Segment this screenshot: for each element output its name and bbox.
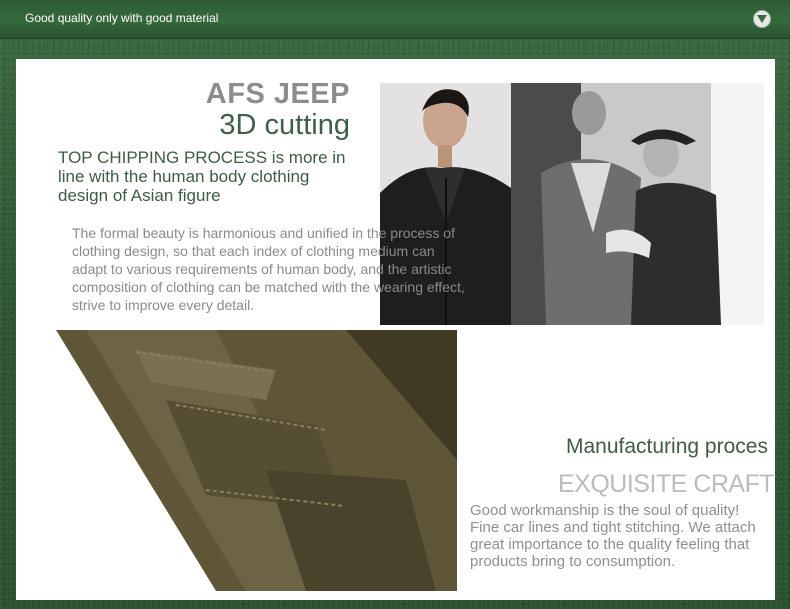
exquisite-craft-heading: EXQUISITE CRAFT: [558, 470, 775, 498]
tailor-fitting-photo: [511, 83, 764, 325]
content-panel: AFS JEEP 3D cutting TOP CHIPPING PROCESS…: [16, 59, 775, 600]
collapse-toggle[interactable]: [754, 11, 770, 27]
process-description: The formal beauty is harmonious and unif…: [72, 225, 465, 313]
workmanship-description: Good workmanship is the soul of quality!…: [470, 502, 756, 570]
process-heading: TOP CHIPPING PROCESS is more in line wit…: [58, 148, 346, 205]
chevron-down-icon: [757, 15, 767, 23]
subtitle-3d-cutting: 3D cutting: [219, 109, 350, 141]
manufacturing-title: Manufacturing proces: [566, 435, 768, 458]
header-title: Good quality only with good material: [25, 11, 219, 25]
header-bar: Good quality only with good material: [0, 0, 790, 39]
cargo-pants-closeup-photo: [16, 330, 457, 591]
brand-title: AFS JEEP: [205, 78, 350, 110]
